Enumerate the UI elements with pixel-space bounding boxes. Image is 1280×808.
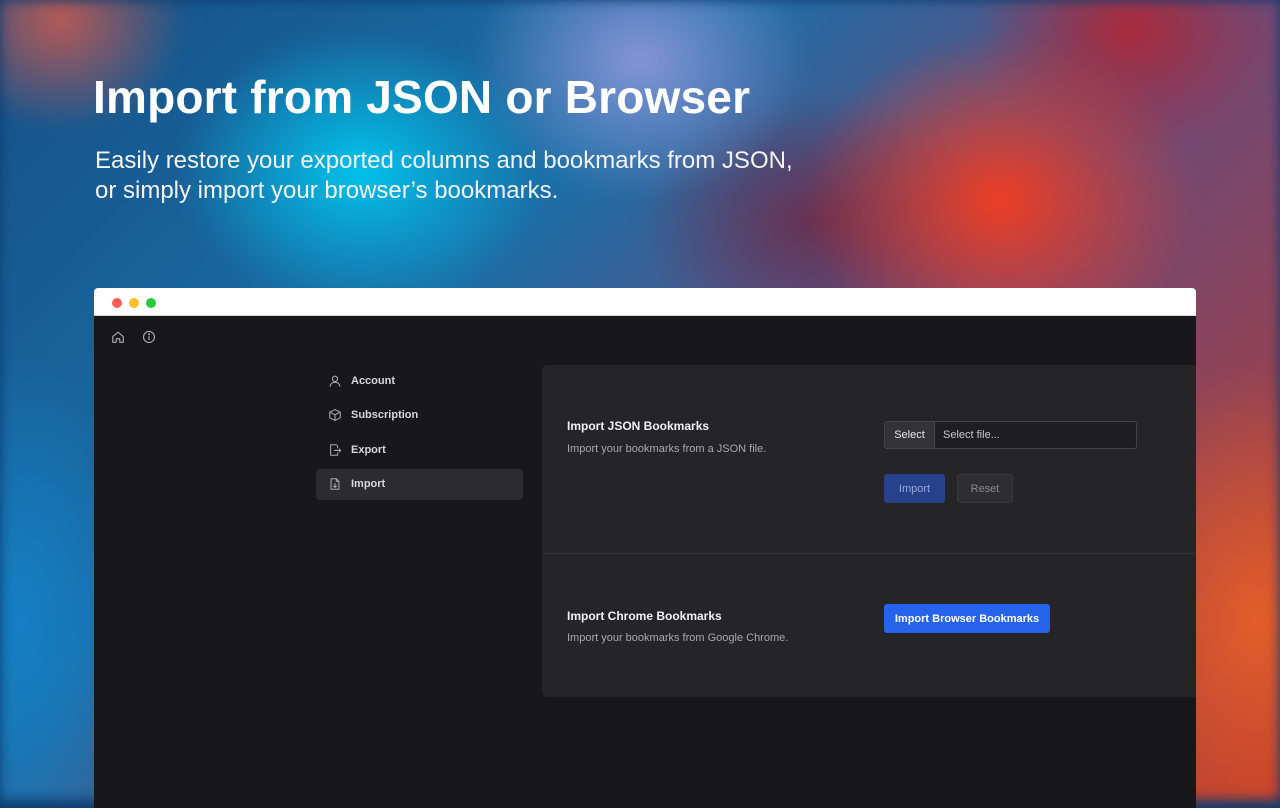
user-icon	[329, 375, 341, 387]
import-browser-bookmarks-button[interactable]: Import Browser Bookmarks	[884, 604, 1050, 633]
json-import-title: Import JSON Bookmarks	[567, 419, 710, 433]
export-icon	[330, 443, 342, 456]
sidebar-item-import[interactable]: Import	[316, 468, 523, 500]
file-select-button[interactable]: Select	[885, 422, 935, 448]
hero-title: Import from JSON or Browser	[93, 71, 751, 123]
hero-subtitle-line2: or simply import your browser’s bookmark…	[95, 177, 559, 204]
json-import-description: Import your bookmarks from a JSON file.	[567, 443, 767, 455]
maximize-window-button[interactable]	[146, 298, 156, 308]
settings-sidebar: Account Subscription Export Import	[316, 365, 523, 503]
hero-subtitle-line1: Easily restore your exported columns and…	[95, 147, 793, 174]
sidebar-item-subscription[interactable]: Subscription	[316, 400, 523, 431]
file-name-field[interactable]: Select file...	[935, 422, 1136, 448]
window-titlebar	[94, 288, 1196, 316]
home-icon[interactable]	[111, 330, 125, 344]
sidebar-item-account[interactable]: Account	[316, 365, 523, 396]
box-icon	[329, 409, 341, 421]
import-settings-panel: Import JSON Bookmarks Import your bookma…	[542, 365, 1196, 697]
sidebar-item-label: Import	[351, 478, 386, 490]
info-icon[interactable]	[142, 330, 156, 344]
import-json-button[interactable]: Import	[884, 474, 945, 503]
json-file-picker[interactable]: Select Select file...	[884, 421, 1137, 449]
sidebar-item-label: Account	[351, 374, 395, 387]
import-icon	[330, 478, 340, 490]
app-window: Account Subscription Export Import Impor…	[94, 288, 1196, 808]
chrome-import-description: Import your bookmarks from Google Chrome…	[567, 632, 789, 644]
sidebar-item-label: Export	[351, 443, 386, 456]
hero-subtitle: Easily restore your exported columns and…	[95, 146, 995, 206]
sidebar-item-export[interactable]: Export	[316, 434, 523, 465]
section-divider	[542, 553, 1196, 554]
reset-button[interactable]: Reset	[957, 474, 1013, 503]
sidebar-item-label: Subscription	[351, 409, 419, 421]
close-window-button[interactable]	[112, 298, 122, 308]
chrome-import-title: Import Chrome Bookmarks	[567, 609, 722, 623]
minimize-window-button[interactable]	[129, 298, 139, 308]
